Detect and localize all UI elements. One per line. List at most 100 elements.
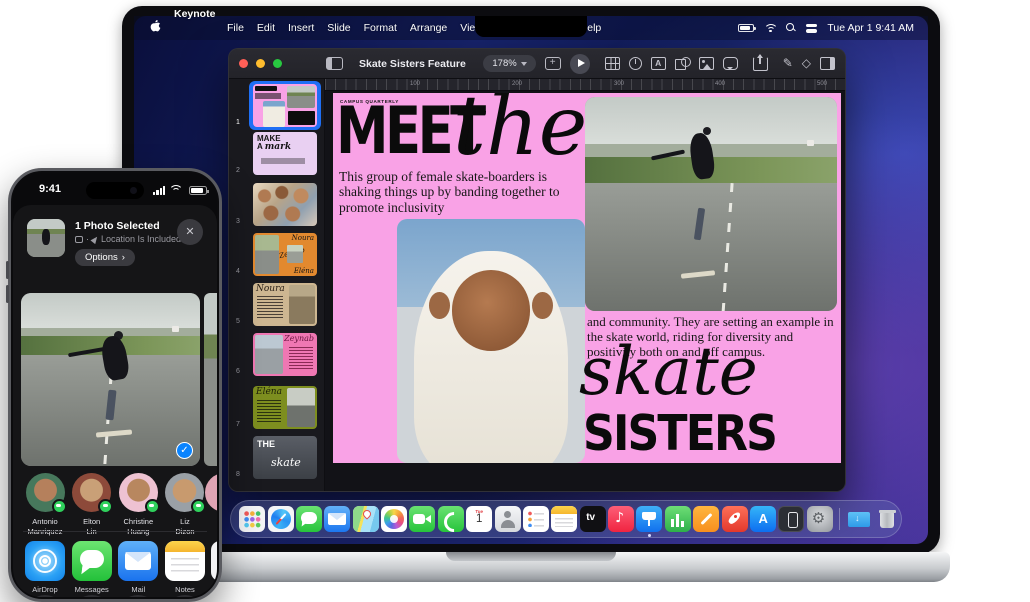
airdrop-button[interactable]: AirDrop (23, 541, 67, 594)
slide-skater-photo[interactable] (585, 97, 837, 311)
dock-appletv-icon[interactable] (580, 506, 606, 532)
shape-icon[interactable] (675, 57, 690, 70)
dock-music-icon[interactable] (608, 506, 634, 532)
slide-number: 2 (236, 167, 240, 174)
copy-action-button[interactable] (25, 595, 65, 597)
chart-icon[interactable] (629, 57, 642, 70)
menu-item-slide[interactable]: Slide (327, 22, 350, 34)
slide-thumbnail-5[interactable]: 5 Noura (229, 283, 325, 326)
dock-notes-icon[interactable] (551, 506, 577, 532)
slide-thumbnail-1[interactable]: 1 (229, 84, 325, 127)
comment-icon[interactable] (723, 57, 738, 70)
slide-number: 3 (236, 218, 240, 225)
menu-item-arrange[interactable]: Arrange (410, 22, 447, 34)
slide-thumbnail-7[interactable]: 7 Eléna (229, 386, 325, 429)
menu-item-edit[interactable]: Edit (257, 22, 275, 34)
slide-intro-text[interactable]: This group of female skate-boarders is s… (339, 169, 591, 215)
animate-icon[interactable]: ◇ (802, 57, 811, 70)
close-window-button[interactable] (239, 59, 248, 68)
slide-footer-headline-text[interactable]: SISTERS (583, 405, 776, 463)
mail-share-button[interactable]: Mail (116, 541, 160, 594)
messages-icon (72, 541, 112, 581)
volume-down-button[interactable] (6, 285, 9, 303)
dock-maps-icon[interactable] (353, 506, 379, 532)
slide-thumbnail-2[interactable]: 2 MAKE A mark (229, 132, 325, 175)
menu-item-keynote[interactable]: Keynote (174, 8, 214, 48)
dock-reminders-icon[interactable] (523, 506, 549, 532)
search-icon[interactable] (786, 23, 796, 33)
insert-slide-button[interactable]: + (545, 57, 561, 70)
dock-pages-icon[interactable] (693, 506, 719, 532)
dock-safari-icon[interactable] (268, 506, 294, 532)
slide-thumbnail-8[interactable]: 8 THE skate (229, 436, 325, 479)
airplay-action-button[interactable] (165, 595, 205, 597)
share-icon[interactable] (753, 57, 768, 71)
apple-logo-icon[interactable] (150, 20, 161, 36)
dock-launchpad-icon[interactable] (239, 506, 265, 532)
add-to-album-button[interactable]: + (118, 595, 158, 597)
ruler: 100 200 300 400 500 (325, 79, 845, 91)
text-box-icon[interactable]: A (651, 57, 666, 70)
contact-antonio[interactable]: AntonioManriquez (23, 473, 67, 537)
zoom-level-dropdown[interactable]: 178% (483, 55, 535, 72)
wifi-icon[interactable] (764, 24, 776, 33)
slide-thumbnail-4[interactable]: 4 Noura Zeynab Eléna (229, 233, 325, 276)
dock-trash-icon[interactable] (874, 506, 900, 532)
play-button[interactable] (570, 54, 590, 74)
messages-share-button[interactable]: Messages (70, 541, 114, 594)
slide-portrait-photo[interactable] (397, 219, 585, 463)
table-icon[interactable] (605, 57, 620, 70)
menu-item-file[interactable]: File (227, 22, 244, 34)
document-panel-icon[interactable] (820, 57, 835, 70)
media-icon[interactable] (699, 57, 714, 70)
dock-appstore-icon[interactable] (750, 506, 776, 532)
photo-preview[interactable]: ✓ (21, 293, 200, 466)
menu-item-insert[interactable]: Insert (288, 22, 314, 34)
slide-editor-surface[interactable]: CAMPUS QUARTERLY MEET the This group of … (333, 93, 841, 463)
dock-contacts-icon[interactable] (495, 506, 521, 532)
dock-calendar-icon[interactable]: Tue 1 (466, 506, 492, 532)
volume-up-button[interactable] (6, 261, 9, 279)
next-photo-edge[interactable] (204, 293, 217, 466)
running-app-indicator (648, 534, 651, 537)
menu-clock[interactable]: Tue Apr 1 9:41 AM (827, 22, 914, 34)
iphone-screen: 9:41 1 Photo Selected · Location Is Incl… (13, 173, 217, 597)
view-sidebar-icon[interactable] (326, 57, 343, 70)
slide-headline-script-text[interactable]: the (453, 93, 587, 174)
zoom-window-button[interactable] (273, 59, 282, 68)
dock-photos-icon[interactable] (381, 506, 407, 532)
selected-check-icon: ✓ (176, 442, 193, 459)
slide-footer-script-text[interactable]: skate (579, 333, 758, 410)
dock-mail-icon[interactable] (324, 506, 350, 532)
minimize-window-button[interactable] (256, 59, 265, 68)
messages-badge-icon (98, 499, 113, 514)
dock-keynote-icon[interactable] (636, 506, 662, 532)
contact-liz[interactable]: LizDizon (163, 473, 207, 537)
slide-thumbnail-3[interactable]: 3 (229, 183, 325, 226)
battery-icon (189, 186, 207, 195)
close-icon[interactable]: ✕ (177, 219, 203, 245)
battery-icon[interactable] (738, 24, 754, 32)
dock: Tue 1 (230, 500, 902, 538)
notes-share-button[interactable]: Notes (163, 541, 207, 594)
dock-messages-icon[interactable] (296, 506, 322, 532)
menu-item-format[interactable]: Format (364, 22, 397, 34)
options-button[interactable]: Options› (75, 249, 135, 266)
dock-settings-icon[interactable] (807, 506, 833, 532)
dock-facetime-icon[interactable] (409, 506, 435, 532)
dock-downloads-icon[interactable] (846, 506, 872, 532)
dock-phone-icon[interactable] (438, 506, 464, 532)
selected-photo-thumbnail (27, 219, 65, 257)
contact-christine[interactable]: ChristineHuang (116, 473, 160, 537)
slide-thumbnail-6[interactable]: 6 Zeynab (229, 333, 325, 376)
contact-elton[interactable]: EltonLin (70, 473, 114, 537)
control-center-icon[interactable] (806, 24, 817, 33)
share-sheet-subtitle: · Location Is Included (75, 234, 181, 244)
dock-rocket-app-icon[interactable] (722, 506, 748, 532)
format-brush-icon[interactable]: ✎ (783, 57, 793, 70)
add-to-shared-album-button[interactable]: ● (72, 595, 112, 597)
dock-numbers-icon[interactable] (665, 506, 691, 532)
dock-iphone-mirroring-icon[interactable] (778, 506, 804, 532)
wifi-icon (169, 185, 181, 194)
slide-number: 6 (236, 368, 240, 375)
